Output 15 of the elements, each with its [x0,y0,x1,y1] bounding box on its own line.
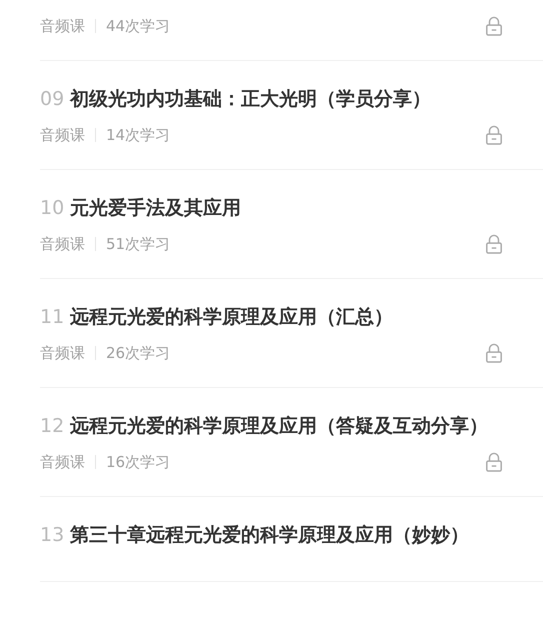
study-count: 26次学习 [106,344,170,362]
lesson-type: 音频课 [40,346,96,360]
lesson-title[interactable]: 09 初级光功内功基础：正大光明（学员分享） [40,85,503,114]
study-count: 44次学习 [106,16,170,36]
lesson-title[interactable]: 12 远程元光爱的科学原理及应用（答疑及互动分享） [40,412,503,441]
study-count: 51次学习 [106,234,170,254]
lesson-title[interactable]: 11 远程元光爱的科学原理及应用（汇总） [40,303,503,332]
lesson-type: 音频课 [40,455,96,469]
study-count: 14次学习 [106,126,170,144]
lesson-type: 音频课 [40,237,96,251]
study-count: 16次学习 [106,452,170,472]
lesson-type: 音频课 [40,19,96,33]
lesson-title[interactable]: 13 第三十章远程元光爱的科学原理及应用（妙妙） [40,521,503,550]
lesson-type: 音频课 [40,128,96,142]
lesson-title[interactable]: 10 元光爱手法及其应用 [40,194,503,223]
